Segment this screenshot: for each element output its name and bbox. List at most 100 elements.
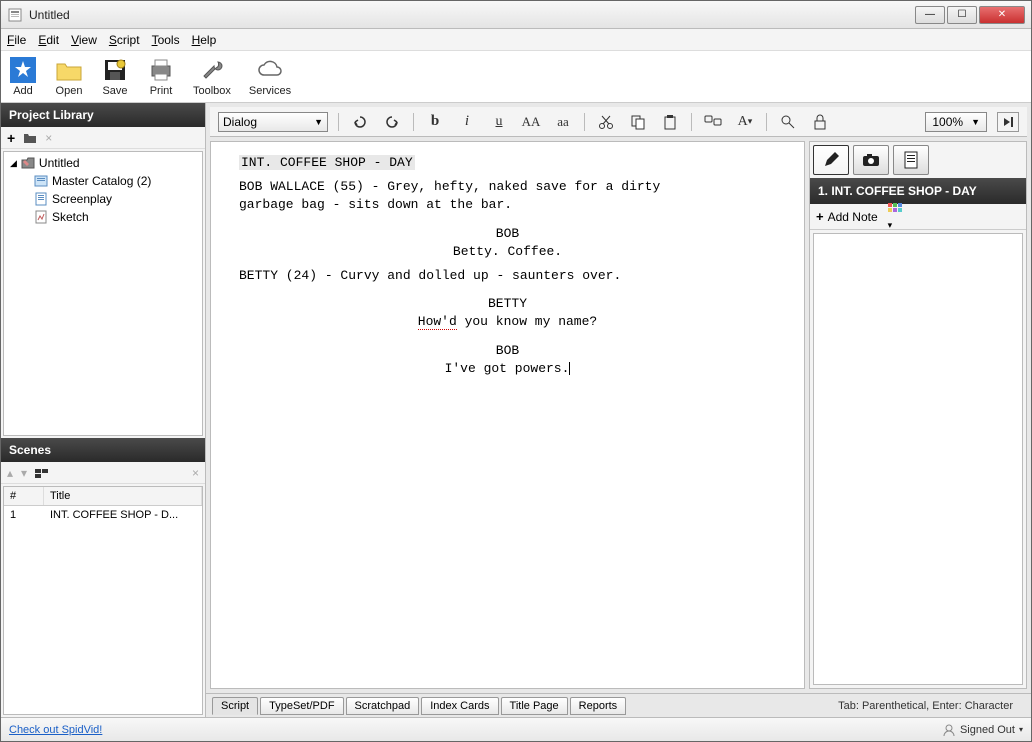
save-icon xyxy=(101,56,129,84)
tree-item-label: Screenplay xyxy=(52,192,112,206)
sketch-icon xyxy=(34,210,48,224)
tree-item-sketch[interactable]: Sketch xyxy=(6,208,200,226)
action-text: BOB WALLACE (55) - Grey, hefty, naked sa… xyxy=(239,178,776,214)
divider xyxy=(584,113,585,131)
divider xyxy=(691,113,692,131)
tree-item-screenplay[interactable]: Screenplay xyxy=(6,190,200,208)
star-icon xyxy=(9,56,37,84)
tab-reports[interactable]: Reports xyxy=(570,697,627,715)
text-style-button[interactable]: A▾ xyxy=(734,112,756,132)
app-window: Untitled — ☐ ✕ File Edit View Script Too… xyxy=(0,0,1032,742)
promo-link[interactable]: Check out SpidVid! xyxy=(9,724,102,736)
editor-toolbar: Dialog ▼ b i u AA aa A▾ xyxy=(210,107,1027,137)
menu-edit[interactable]: Edit xyxy=(38,33,59,47)
scene-close-button[interactable]: × xyxy=(192,466,199,480)
menu-view[interactable]: View xyxy=(71,33,97,47)
screenplay-icon xyxy=(34,192,48,206)
element-type-select[interactable]: Dialog ▼ xyxy=(218,112,328,132)
tab-titlepage[interactable]: Title Page xyxy=(501,697,568,715)
lock-button[interactable] xyxy=(809,112,831,132)
divider xyxy=(338,113,339,131)
notes-tabs xyxy=(810,142,1026,178)
paste-button[interactable] xyxy=(659,112,681,132)
redo-button[interactable] xyxy=(381,112,403,132)
add-project-button[interactable]: + xyxy=(7,130,15,146)
bold-button[interactable]: b xyxy=(424,112,446,132)
close-button[interactable]: ✕ xyxy=(979,6,1025,24)
catalog-icon xyxy=(34,174,48,188)
tree-root[interactable]: ◢ Untitled xyxy=(6,154,200,172)
body: Project Library + × ◢ Untitled Master Ca… xyxy=(1,103,1031,717)
notes-area[interactable] xyxy=(813,233,1023,685)
panel-toggle-button[interactable] xyxy=(997,112,1019,132)
tree-root-label: Untitled xyxy=(39,156,80,170)
scene-list[interactable]: # Title 1 INT. COFFEE SHOP - D... xyxy=(3,486,203,715)
services-button[interactable]: Services xyxy=(249,56,291,97)
italic-button[interactable]: i xyxy=(456,112,478,132)
menu-file[interactable]: File xyxy=(7,33,26,47)
scene-down-button[interactable]: ▾ xyxy=(21,466,27,480)
col-num[interactable]: # xyxy=(4,487,44,505)
search-button[interactable] xyxy=(777,112,799,132)
editor-panel: Dialog ▼ b i u AA aa A▾ xyxy=(206,103,1031,717)
scene-row[interactable]: 1 INT. COFFEE SHOP - D... xyxy=(4,506,202,524)
print-button[interactable]: Print xyxy=(147,56,175,97)
document-tab[interactable] xyxy=(893,145,929,175)
lowercase-button[interactable]: aa xyxy=(552,112,574,132)
signed-status[interactable]: Signed Out ▾ xyxy=(942,723,1023,737)
tree-item-label: Sketch xyxy=(52,210,89,224)
character-name: BOB xyxy=(239,225,776,243)
folder-button[interactable] xyxy=(23,132,37,144)
camera-tab[interactable] xyxy=(853,145,889,175)
toolbox-button[interactable]: Toolbox xyxy=(193,56,231,97)
underline-button[interactable]: u xyxy=(488,112,510,132)
add-label: Add xyxy=(13,85,33,97)
edit-area: INT. COFFEE SHOP - DAY BOB WALLACE (55) … xyxy=(210,141,1027,689)
color-grid-button[interactable]: ▾ xyxy=(888,203,902,231)
pen-tab[interactable] xyxy=(813,145,849,175)
tab-script[interactable]: Script xyxy=(212,697,258,715)
copy-button[interactable] xyxy=(627,112,649,132)
print-label: Print xyxy=(150,85,173,97)
save-button[interactable]: Save xyxy=(101,56,129,97)
text-cursor xyxy=(569,362,570,375)
divider xyxy=(766,113,767,131)
zoom-select[interactable]: 100% ▼ xyxy=(925,112,987,132)
comment-button[interactable] xyxy=(702,112,724,132)
tab-scratchpad[interactable]: Scratchpad xyxy=(346,697,420,715)
scene-heading: INT. COFFEE SHOP - DAY xyxy=(239,155,415,170)
add-note-button[interactable]: + Add Note xyxy=(816,209,878,224)
cloud-icon xyxy=(256,56,284,84)
menubar: File Edit View Script Tools Help xyxy=(1,29,1031,51)
tab-typeset[interactable]: TypeSet/PDF xyxy=(260,697,343,715)
open-button[interactable]: Open xyxy=(55,56,83,97)
uppercase-button[interactable]: AA xyxy=(520,112,542,132)
dialog-text: How'd you know my name? xyxy=(239,313,776,331)
services-label: Services xyxy=(249,85,291,97)
menu-tools[interactable]: Tools xyxy=(152,33,180,47)
maximize-button[interactable]: ☐ xyxy=(947,6,977,24)
app-icon xyxy=(7,7,23,23)
menu-help[interactable]: Help xyxy=(192,33,217,47)
cut-button[interactable] xyxy=(595,112,617,132)
expand-icon[interactable]: ◢ xyxy=(10,158,17,169)
chevron-down-icon: ▼ xyxy=(314,117,323,127)
chevron-down-icon: ▼ xyxy=(971,117,980,127)
tab-indexcards[interactable]: Index Cards xyxy=(421,697,498,715)
scenes-panel: Scenes ▴ ▾ × # Title 1 INT. COFFEE SHOP … xyxy=(1,438,205,717)
project-tree[interactable]: ◢ Untitled Master Catalog (2) Screenplay… xyxy=(3,151,203,436)
bottom-tabs: Script TypeSet/PDF Scratchpad Index Card… xyxy=(206,693,1031,717)
scene-up-button[interactable]: ▴ xyxy=(7,466,13,480)
undo-button[interactable] xyxy=(349,112,371,132)
scenes-header: Scenes xyxy=(1,438,205,462)
col-title[interactable]: Title xyxy=(44,487,202,505)
character-name: BOB xyxy=(239,342,776,360)
delete-button[interactable]: × xyxy=(45,131,52,145)
add-button[interactable]: Add xyxy=(9,56,37,97)
tree-item-catalog[interactable]: Master Catalog (2) xyxy=(6,172,200,190)
scene-view-button[interactable] xyxy=(35,467,49,479)
minimize-button[interactable]: — xyxy=(915,6,945,24)
script-editor[interactable]: INT. COFFEE SHOP - DAY BOB WALLACE (55) … xyxy=(210,141,805,689)
menu-script[interactable]: Script xyxy=(109,33,140,47)
statusbar: Check out SpidVid! Signed Out ▾ xyxy=(1,717,1031,741)
